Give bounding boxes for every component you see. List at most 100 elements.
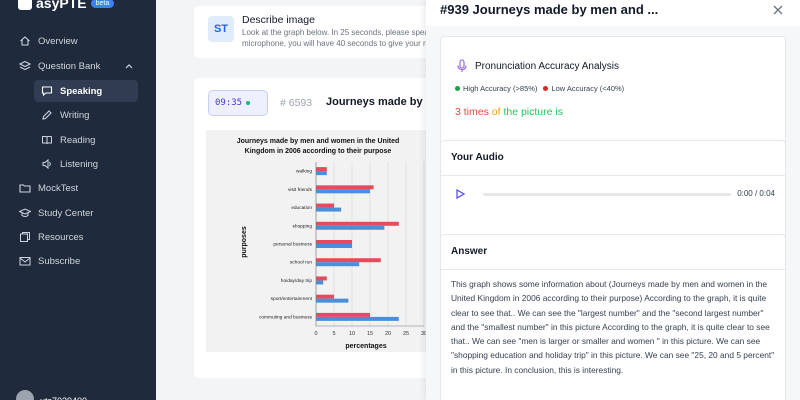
green-dot-icon bbox=[455, 86, 460, 91]
analyzed-sentence: 3 times of the picture is bbox=[455, 106, 563, 118]
analysis-title: Pronunciation Accuracy Analysis bbox=[475, 61, 619, 72]
drawer-title: #939 Journeys made by men and ... bbox=[440, 2, 659, 17]
sidebar-item-label: MockTest bbox=[38, 182, 79, 194]
chart-bar bbox=[316, 240, 352, 244]
sidebar-item-overview[interactable]: Overview bbox=[0, 30, 156, 52]
sidebar-item-label: Subscribe bbox=[38, 255, 81, 267]
resources-icon bbox=[18, 231, 31, 244]
chart-bar bbox=[316, 258, 381, 263]
audio-progress-bar[interactable] bbox=[483, 193, 731, 196]
sidebar-item-subscribe[interactable]: Subscribe bbox=[0, 250, 156, 272]
chart-x-tick-label: 25 bbox=[403, 331, 409, 337]
chart-bar bbox=[316, 221, 399, 226]
chart-bar bbox=[316, 167, 327, 172]
avatar[interactable] bbox=[16, 390, 34, 400]
divider bbox=[441, 175, 785, 176]
drawer-header: #939 Journeys made by men and ... bbox=[426, 0, 800, 24]
logo-text: asyPTE bbox=[36, 0, 87, 11]
sidebar-item-listening[interactable]: Listening bbox=[0, 153, 156, 175]
chart-x-tick-label: 15 bbox=[367, 331, 373, 337]
chart-category-label: hoiday/day trip bbox=[281, 278, 313, 284]
task-title: Describe image bbox=[242, 14, 315, 26]
chart-x-tick-label: 5 bbox=[332, 331, 335, 337]
red-dot-icon bbox=[543, 86, 549, 91]
chart-title-line-2: Kingdom in 2006 according to their purpo… bbox=[245, 148, 392, 155]
result-drawer: #939 Journeys made by men and ... Pronun… bbox=[426, 0, 800, 400]
analysis-panel: Pronunciation Accuracy Analysis High Acc… bbox=[440, 36, 786, 146]
sidebar-item-writing[interactable]: Writing bbox=[0, 104, 156, 126]
timer-status-dot bbox=[246, 101, 251, 105]
chart-category-label: shopping bbox=[293, 223, 313, 229]
sidebar-item-label: Resources bbox=[38, 231, 84, 243]
chevron-up-icon[interactable] bbox=[124, 61, 134, 71]
sidebar-item-resources[interactable]: Resources bbox=[0, 226, 156, 248]
divider bbox=[441, 269, 785, 270]
chart-bar bbox=[316, 280, 324, 285]
sidebar-item-label: Overview bbox=[38, 35, 78, 47]
sidebar: asyPTE beta Overview Question Bank Speak… bbox=[0, 0, 156, 400]
chart-category-label: education bbox=[291, 205, 312, 211]
chart-bar bbox=[316, 203, 334, 208]
chart-x-tick-label: 10 bbox=[349, 331, 355, 337]
app-logo[interactable]: asyPTE beta bbox=[18, 0, 115, 11]
chart-bar bbox=[316, 294, 334, 299]
chart-ylabel: purposes bbox=[241, 226, 248, 258]
sidebar-item-study-center[interactable]: Study Center bbox=[0, 202, 156, 224]
user-name: uts7039400 bbox=[40, 396, 87, 400]
chart-title-line-1: Journeys made by men and women in the Un… bbox=[237, 138, 400, 145]
legend-low: Low Accuracy (<40%) bbox=[543, 84, 624, 93]
chart-x-tick-label: 20 bbox=[385, 331, 391, 337]
book-icon bbox=[40, 134, 53, 147]
question-number: # 6593 bbox=[280, 97, 313, 109]
sidebar-item-reading[interactable]: Reading bbox=[0, 129, 156, 151]
chart-bar bbox=[316, 312, 370, 317]
microphone-icon bbox=[457, 59, 467, 72]
sidebar-item-label: Question Bank bbox=[38, 60, 101, 72]
play-icon[interactable] bbox=[455, 189, 465, 199]
sidebar-item-label: Study Center bbox=[38, 207, 94, 219]
chart-x-tick-label: 0 bbox=[314, 331, 317, 337]
chart-bar bbox=[316, 298, 349, 303]
answer-title: Answer bbox=[451, 246, 488, 257]
folder-icon bbox=[18, 182, 31, 195]
chart-bars bbox=[316, 167, 399, 321]
sidebar-item-mocktest[interactable]: MockTest bbox=[0, 177, 156, 199]
chart-bar bbox=[316, 171, 327, 176]
chart-bar bbox=[316, 207, 342, 212]
word-medium-accuracy: of bbox=[491, 106, 501, 118]
logo-badge: beta bbox=[90, 0, 115, 8]
chart-bar bbox=[316, 225, 385, 230]
audio-title: Your Audio bbox=[451, 152, 504, 163]
chart-category-label: walking bbox=[296, 169, 312, 175]
close-icon[interactable] bbox=[772, 4, 784, 16]
chart-x-ticks: 0 5 10 15 20 25 30 bbox=[314, 331, 427, 337]
word-high-accuracy: the picture is bbox=[503, 106, 563, 118]
chart-category-label: visit friends bbox=[288, 187, 313, 193]
sidebar-item-speaking[interactable]: Speaking bbox=[34, 80, 138, 102]
home-icon bbox=[18, 35, 31, 48]
layers-icon bbox=[18, 60, 31, 73]
speaker-icon bbox=[40, 158, 53, 171]
chart-bar bbox=[316, 244, 352, 248]
chat-icon bbox=[40, 85, 53, 98]
chart-bar bbox=[316, 189, 370, 194]
chart-xlabel: percentages bbox=[345, 343, 386, 350]
chart-bar bbox=[316, 276, 327, 281]
sidebar-item-label: Listening bbox=[60, 158, 99, 170]
chart-category-labels: walking visit friends education shopping per… bbox=[259, 169, 313, 321]
audio-panel: Your Audio 0:00 / 0:04 bbox=[440, 140, 786, 242]
sidebar-item-question-bank[interactable]: Question Bank bbox=[0, 55, 156, 77]
chart-category-label: personal business bbox=[273, 242, 312, 248]
drawer-body: Pronunciation Accuracy Analysis High Acc… bbox=[426, 26, 800, 400]
answer-panel: Answer This graph shows some information… bbox=[440, 234, 786, 400]
mail-icon bbox=[18, 255, 31, 268]
answer-text: This graph shows some information about … bbox=[451, 279, 775, 375]
accuracy-legend: High Accuracy (>85%) Low Accuracy (<40%) bbox=[455, 84, 624, 93]
question-chart: Journeys made by men and women in the Un… bbox=[206, 130, 427, 352]
word-low-accuracy: 3 times bbox=[455, 106, 489, 118]
chart-category-label: school run bbox=[290, 260, 312, 266]
chart-bar bbox=[316, 185, 374, 190]
chart-bar bbox=[316, 262, 360, 267]
sidebar-item-label: Writing bbox=[60, 109, 90, 121]
graduation-icon bbox=[18, 207, 31, 220]
